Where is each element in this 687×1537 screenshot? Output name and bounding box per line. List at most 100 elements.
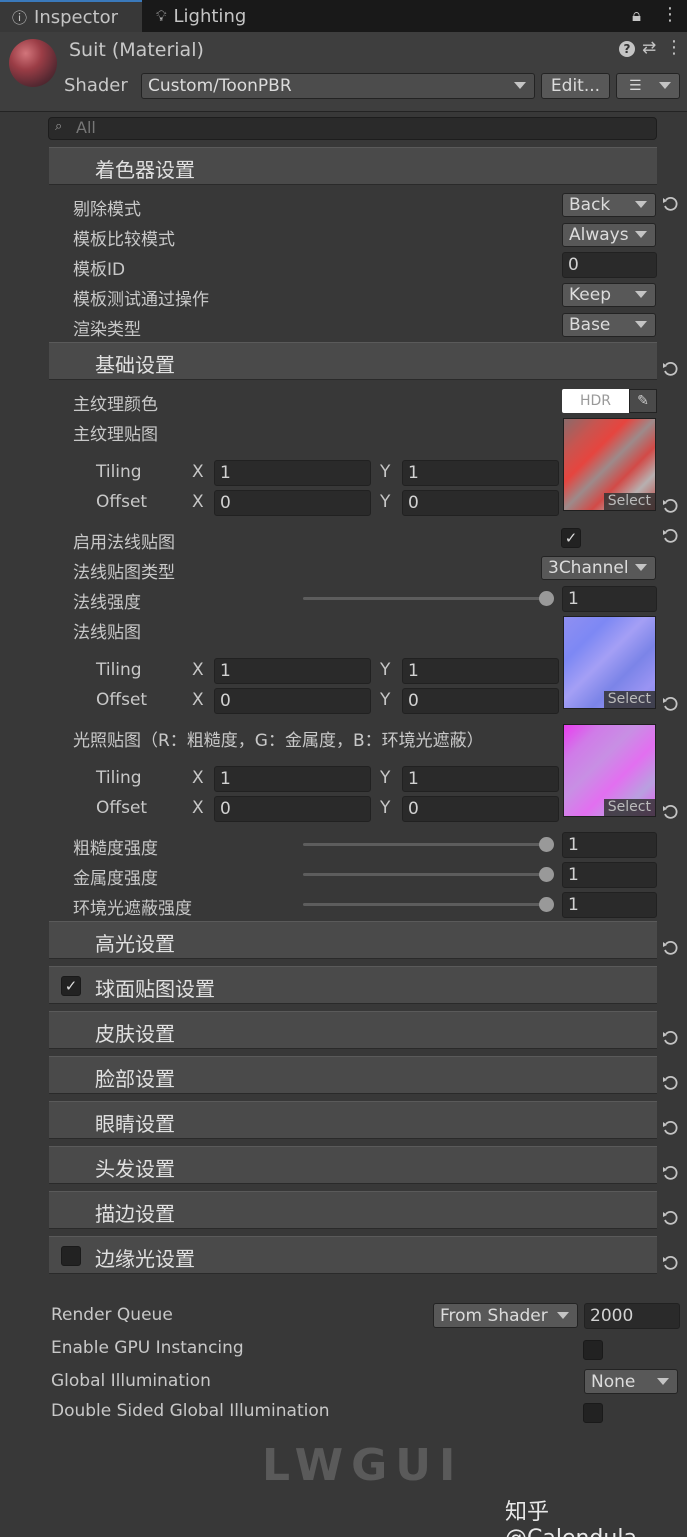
group-skin[interactable]: 皮肤设置 (49, 1011, 657, 1049)
reset-icon[interactable] (661, 1254, 681, 1274)
reset-icon[interactable] (661, 1209, 681, 1229)
reset-icon[interactable] (661, 195, 681, 215)
light-tex-thumbnail[interactable]: Select (563, 724, 656, 817)
slider-knob[interactable] (539, 867, 554, 882)
lock-icon[interactable]: 🔒︎ (632, 6, 641, 26)
metallic-field[interactable]: 1 (562, 862, 657, 888)
tab-lighting[interactable]: 💡︎ Lighting (150, 0, 290, 32)
stencil-pass-dropdown[interactable]: Keep (562, 283, 656, 307)
cull-mode-dropdown[interactable]: Back (562, 193, 656, 217)
normal-tiling-x-field[interactable]: 1 (214, 658, 371, 684)
search-input[interactable]: ⌕ All (48, 117, 657, 140)
reset-icon[interactable] (661, 1164, 681, 1184)
shader-dropdown[interactable]: Custom/ToonPBR (141, 73, 535, 99)
group-basic-settings[interactable]: 基础设置 (49, 342, 657, 380)
offset-label: Offset (96, 492, 148, 512)
edit-shader-button[interactable]: Edit... (541, 73, 610, 99)
bulb-icon: 💡︎ (156, 7, 167, 25)
group-title: 基础设置 (95, 353, 175, 377)
shader-options-dropdown[interactable]: ☰ (616, 73, 680, 99)
render-type-dropdown[interactable]: Base (562, 313, 656, 337)
gpu-instancing-checkbox[interactable] (583, 1340, 603, 1360)
reset-icon[interactable] (661, 695, 681, 715)
more-menu-icon[interactable]: ⋮ (665, 37, 683, 58)
reset-icon[interactable] (661, 803, 681, 823)
reset-icon[interactable] (661, 360, 681, 380)
main-tiling-y-field[interactable]: 1 (402, 460, 559, 486)
cull-mode-label: 剔除模式 (73, 200, 141, 220)
x-label: X (192, 768, 204, 788)
tiling-label: Tiling (96, 768, 142, 788)
light-offset-y-field[interactable]: 0 (402, 796, 559, 822)
group-sphere-map[interactable]: 球面贴图设置 ✓ (49, 966, 657, 1004)
light-offset-x-field[interactable]: 0 (214, 796, 371, 822)
double-sided-gi-checkbox[interactable] (583, 1403, 603, 1423)
stencil-comp-dropdown[interactable]: Always (562, 223, 656, 247)
main-tiling-x-field[interactable]: 1 (214, 460, 371, 486)
normal-strength-slider[interactable] (303, 591, 554, 606)
light-tiling-y-field[interactable]: 1 (402, 766, 559, 792)
normal-tex-thumbnail[interactable]: Select (563, 616, 656, 709)
x-label: X (192, 462, 204, 482)
metallic-slider[interactable] (303, 867, 554, 882)
normal-offset-y-field[interactable]: 0 (402, 688, 559, 714)
slider-knob[interactable] (539, 837, 554, 852)
select-button[interactable]: Select (603, 493, 655, 510)
normal-type-value: 3Channel (548, 558, 629, 578)
more-menu-icon[interactable]: ⋮ (661, 4, 679, 25)
slider-knob[interactable] (539, 591, 554, 606)
ao-field[interactable]: 1 (562, 892, 657, 918)
global-illumination-value: None (591, 1371, 636, 1392)
group-hair[interactable]: 头发设置 (49, 1146, 657, 1184)
reset-icon[interactable] (661, 527, 681, 547)
select-button[interactable]: Select (603, 691, 655, 708)
group-rim-light[interactable]: 边缘光设置 (49, 1236, 657, 1274)
stencil-id-field[interactable]: 0 (562, 252, 657, 278)
normal-tiling-y-field[interactable]: 1 (402, 658, 559, 684)
main-tex-thumbnail[interactable]: Select (563, 418, 656, 511)
settings-sliders-icon[interactable]: ⇄ (642, 38, 656, 58)
main-offset-x-field[interactable]: 0 (214, 490, 371, 516)
lwgui-watermark: LWGUI (262, 1440, 464, 1491)
ao-slider[interactable] (303, 897, 554, 912)
normal-offset-x-field[interactable]: 0 (214, 688, 371, 714)
material-preview-thumbnail (9, 39, 57, 87)
normal-enable-checkbox[interactable]: ✓ (561, 528, 581, 548)
shader-value: Custom/ToonPBR (148, 76, 292, 96)
group-title: 边缘光设置 (95, 1247, 195, 1271)
main-offset-y-field[interactable]: 0 (402, 490, 559, 516)
cull-mode-value: Back (569, 195, 611, 215)
render-queue-dropdown[interactable]: From Shader (433, 1303, 578, 1328)
tab-inspector-label: Inspector (34, 6, 118, 28)
y-label: Y (380, 462, 391, 482)
select-button[interactable]: Select (603, 799, 655, 816)
render-queue-field[interactable]: 2000 (584, 1303, 680, 1329)
slider-knob[interactable] (539, 897, 554, 912)
reset-icon[interactable] (661, 1029, 681, 1049)
light-tiling-x-field[interactable]: 1 (214, 766, 371, 792)
info-icon: ⓘ (12, 8, 28, 27)
reset-icon[interactable] (661, 939, 681, 959)
normal-strength-field[interactable]: 1 (562, 586, 657, 612)
chevron-down-icon (514, 82, 526, 89)
global-illumination-dropdown[interactable]: None (584, 1369, 678, 1394)
group-specular[interactable]: 高光设置 (49, 921, 657, 959)
group-face[interactable]: 脸部设置 (49, 1056, 657, 1094)
reset-icon[interactable] (661, 1119, 681, 1139)
group-eye[interactable]: 眼睛设置 (49, 1101, 657, 1139)
tab-inspector[interactable]: ⓘ Inspector (0, 0, 142, 32)
help-icon[interactable]: ? (619, 41, 635, 57)
group-outline[interactable]: 描边设置 (49, 1191, 657, 1229)
reset-icon[interactable] (661, 1074, 681, 1094)
roughness-field[interactable]: 1 (562, 832, 657, 858)
reset-icon[interactable] (661, 497, 681, 517)
group-title: 眼睛设置 (95, 1112, 175, 1136)
main-color-swatch[interactable]: HDR (562, 389, 629, 413)
chevron-down-icon (635, 564, 647, 571)
group-shader-settings[interactable]: 着色器设置 (49, 147, 657, 185)
roughness-slider[interactable] (303, 837, 554, 852)
eyedropper-icon[interactable]: ✎ (629, 389, 657, 413)
sphere-map-toggle-checkbox[interactable]: ✓ (61, 976, 81, 996)
normal-type-dropdown[interactable]: 3Channel (541, 556, 656, 580)
rim-light-toggle-checkbox[interactable] (61, 1246, 81, 1266)
